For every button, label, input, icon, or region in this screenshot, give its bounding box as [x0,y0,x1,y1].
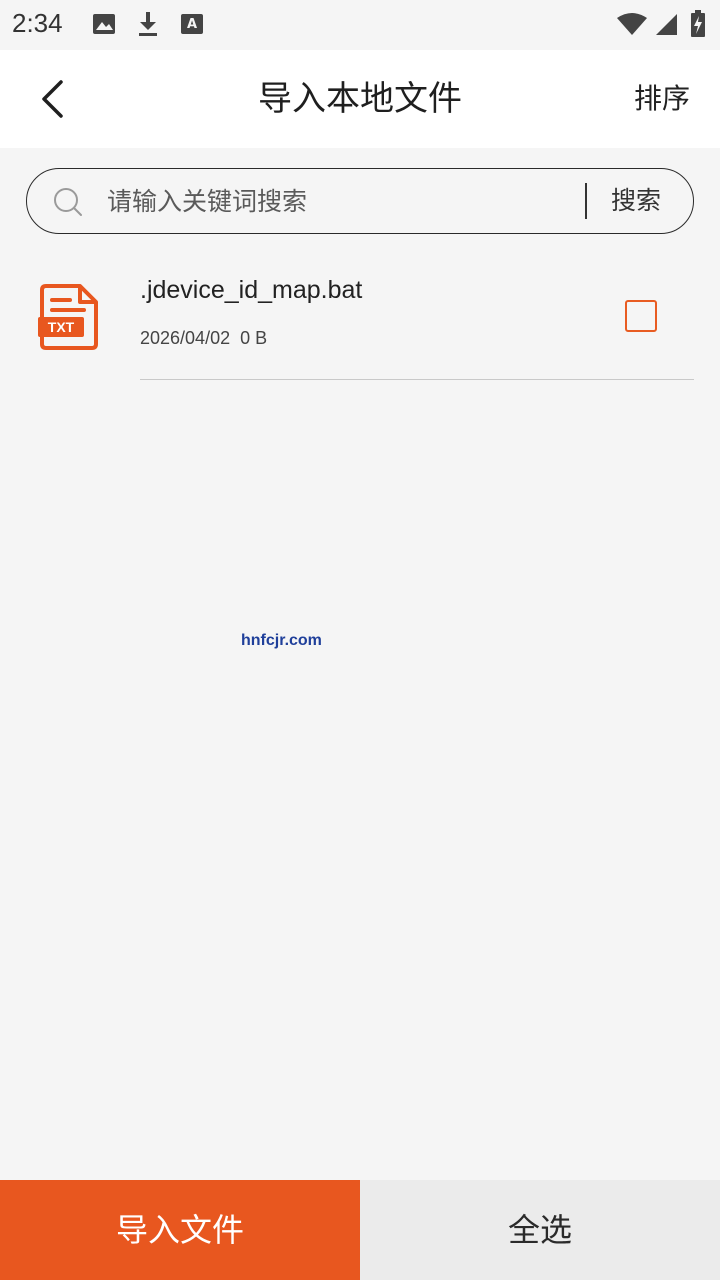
download-icon [134,10,162,38]
row-divider [140,379,694,380]
import-files-button[interactable]: 导入文件 [0,1180,360,1280]
select-all-button[interactable]: 全选 [360,1180,720,1280]
image-icon [90,10,118,38]
status-bar: 2:34 A [0,0,720,50]
font-a-icon: A [178,10,206,38]
file-list: TXT .jdevice_id_map.bat 2026/04/02 0 B [0,252,720,380]
file-type-label: TXT [48,319,75,335]
file-list-item[interactable]: TXT .jdevice_id_map.bat 2026/04/02 0 B [0,252,720,380]
bottom-action-bar: 导入文件 全选 [0,1180,720,1280]
file-name: .jdevice_id_map.bat [140,276,363,304]
file-meta: 2026/04/02 0 B [140,328,268,348]
status-time: 2:34 [12,8,63,38]
search-icon [54,188,82,216]
search-bar: 搜索 [26,168,694,234]
svg-text:A: A [187,17,197,32]
search-input[interactable] [107,169,577,233]
search-button[interactable]: 搜索 [611,169,661,233]
watermark: hnfcjr.com [241,632,322,649]
sort-button[interactable]: 排序 [634,50,690,148]
wifi-icon [616,10,648,38]
title-bar: 导入本地文件 排序 [0,50,720,148]
back-button[interactable] [28,72,76,126]
page-title: 导入本地文件 [258,79,462,119]
file-checkbox[interactable] [625,300,657,332]
search-divider [585,183,587,219]
back-arrow-icon [42,80,63,118]
battery-charging-icon [686,10,710,38]
txt-file-icon: TXT [38,284,98,350]
signal-icon [652,10,680,38]
